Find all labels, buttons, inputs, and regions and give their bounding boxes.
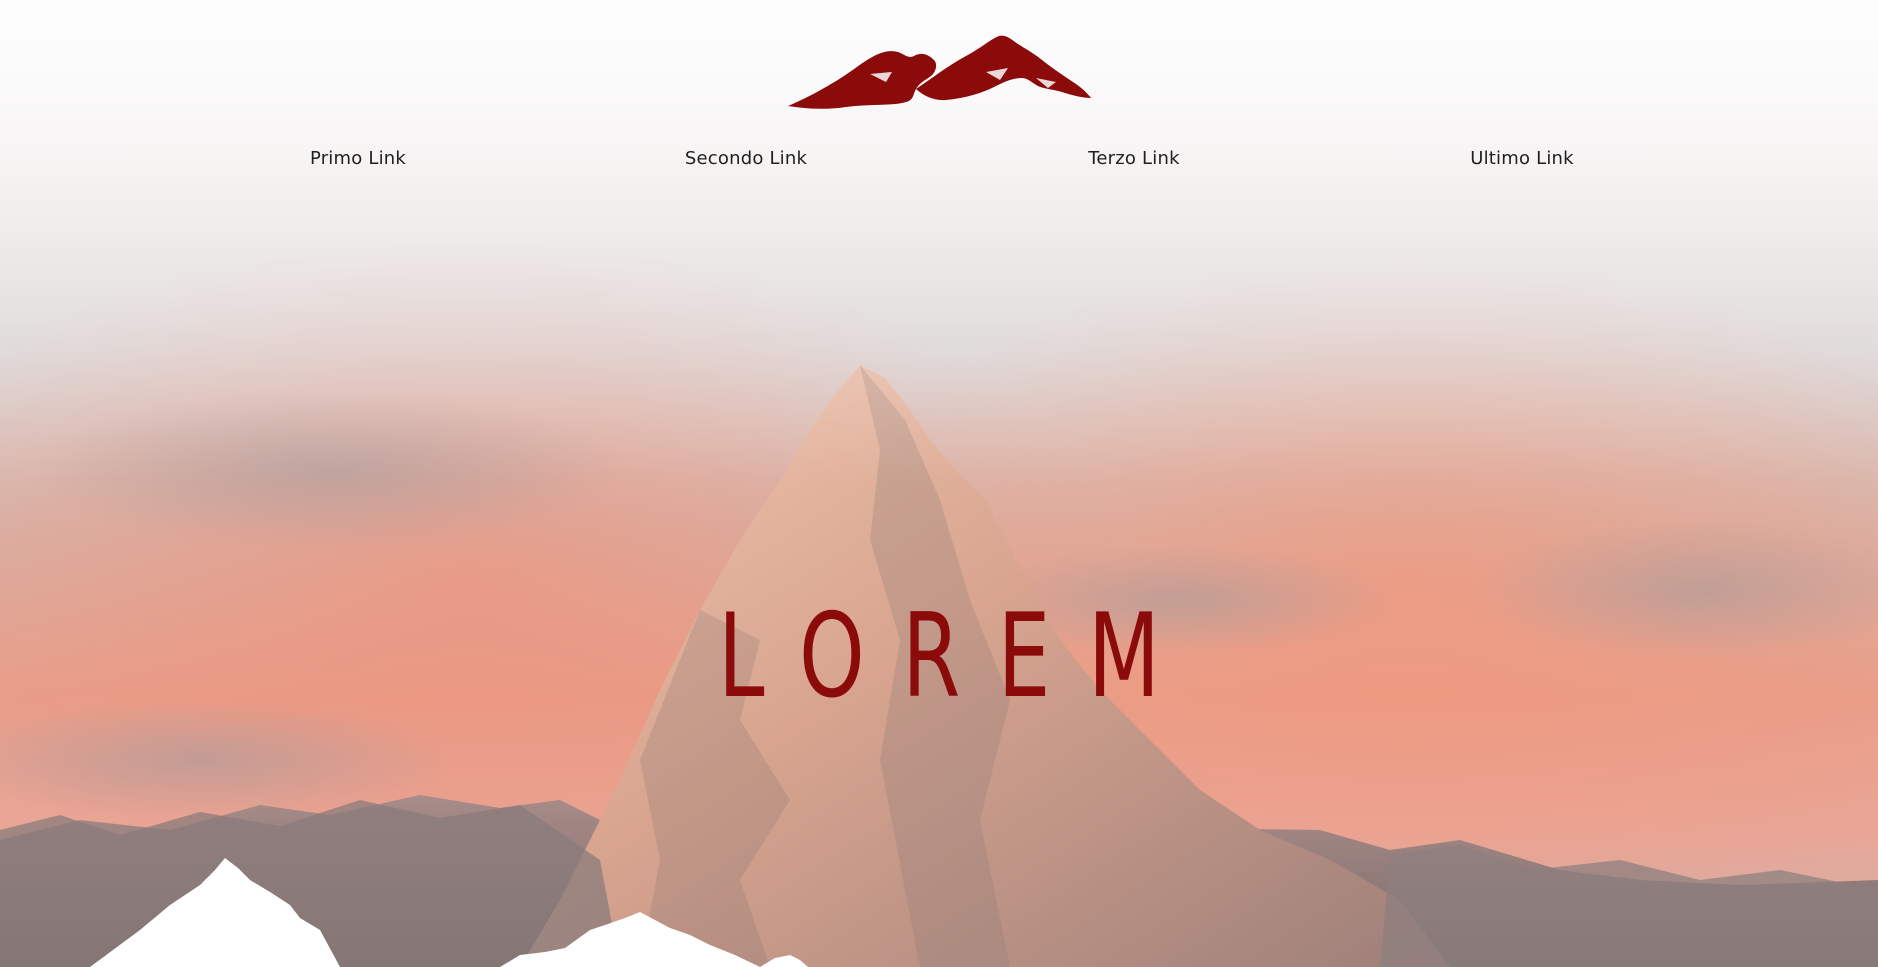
nav-link-ultimo[interactable]: Ultimo Link: [1470, 148, 1574, 169]
page: Primo Link Secondo Link Terzo Link Ultim…: [0, 0, 1878, 967]
nav-link-primo[interactable]: Primo Link: [310, 148, 406, 169]
mountains-logo-icon[interactable]: [786, 34, 1092, 110]
hero-background-image: [0, 0, 1878, 967]
hero-title: LOREM: [718, 589, 1198, 724]
nav-link-terzo[interactable]: Terzo Link: [1088, 148, 1179, 169]
main-navigation: Primo Link Secondo Link Terzo Link Ultim…: [0, 148, 1878, 178]
nav-link-secondo[interactable]: Secondo Link: [685, 148, 807, 169]
